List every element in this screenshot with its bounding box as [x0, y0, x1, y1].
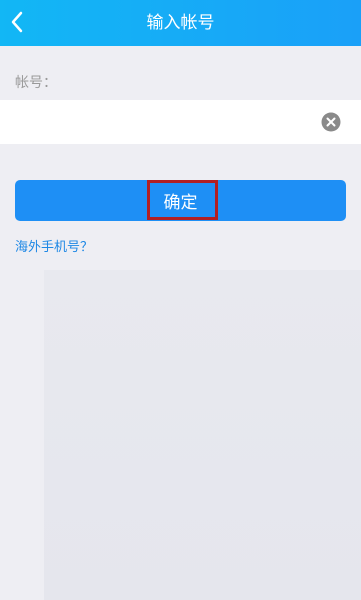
page-title: 输入帐号 — [146, 13, 215, 33]
clear-circle-icon — [321, 112, 341, 132]
clear-icon[interactable] — [321, 112, 341, 132]
account-input[interactable] — [15, 100, 305, 144]
title-bar: 输入帐号 — [0, 0, 361, 46]
overseas-phone-link[interactable]: 海外手机号？ — [15, 236, 93, 255]
empty-content-area — [44, 270, 361, 600]
confirm-button-label: 确定 — [163, 193, 198, 213]
account-label: 帐号： — [15, 75, 57, 91]
confirm-button[interactable]: 确定 — [15, 180, 346, 221]
account-input-row — [0, 100, 361, 144]
